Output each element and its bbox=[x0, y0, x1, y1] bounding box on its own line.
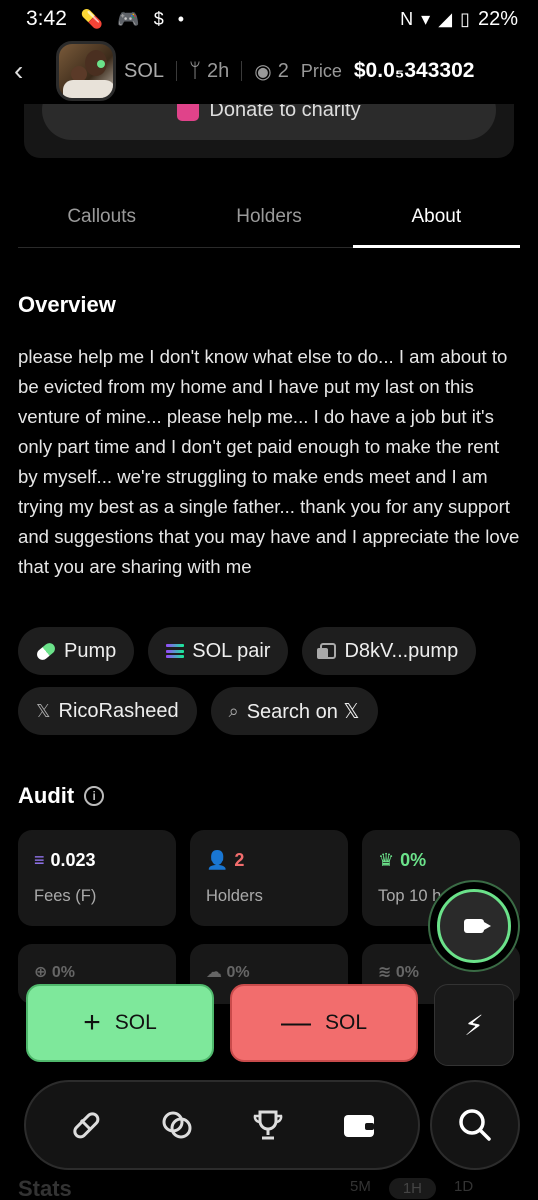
solana-icon: ≡ bbox=[34, 850, 45, 870]
buy-sol-button[interactable]: + SOL bbox=[26, 984, 214, 1062]
lightning-icon: ⚡ bbox=[464, 1009, 484, 1041]
record-video-button[interactable] bbox=[428, 880, 520, 972]
search-icon bbox=[459, 1109, 491, 1141]
coins-icon[interactable] bbox=[155, 1103, 199, 1147]
token-avatar[interactable] bbox=[56, 41, 116, 101]
battery-icon: ▯ bbox=[460, 8, 470, 29]
signal-icon: ◢ bbox=[438, 8, 453, 29]
token-ticker: SOL bbox=[124, 59, 165, 82]
audit-card-fees: ≡ 0.023 Fees (F) bbox=[18, 830, 176, 926]
pump-link[interactable]: Pump bbox=[18, 627, 135, 675]
price-label: Price bbox=[300, 60, 342, 81]
price-value: $0.0₅343302 bbox=[353, 59, 475, 82]
link-chips-row-2: 𝕏 RicoRasheed ⌕ Search on 𝕏 bbox=[18, 687, 378, 735]
camera-icon bbox=[464, 919, 491, 933]
divider bbox=[176, 61, 178, 81]
tab-holders[interactable]: Holders bbox=[185, 186, 352, 247]
nfc-icon: N bbox=[400, 8, 414, 29]
cloud-icon: ☁ bbox=[206, 964, 227, 981]
x-logo-icon: 𝕏 bbox=[36, 700, 51, 721]
stats-title: Stats bbox=[18, 1176, 72, 1200]
clock: 3:42 bbox=[26, 7, 67, 30]
tab-bar: Callouts Holders About bbox=[18, 186, 521, 248]
trophy-icon[interactable] bbox=[246, 1103, 290, 1147]
discord-icon: 🎮 bbox=[117, 8, 140, 29]
info-icon[interactable]: i bbox=[84, 786, 105, 806]
crown-icon: ♛ bbox=[378, 850, 395, 870]
sprout-icon: ᛘ bbox=[189, 59, 202, 82]
search-icon: ⌕ bbox=[228, 700, 239, 721]
plus-icon: + bbox=[83, 1006, 101, 1039]
viewer-count: ◉ 2 bbox=[254, 59, 289, 83]
top-nav: ‹ SOL ᛘ 2h ◉ 2 Price $0.0₅343302 bbox=[0, 38, 538, 104]
audit-card-holders: 👤 2 Holders bbox=[190, 830, 348, 926]
back-icon[interactable]: ‹ bbox=[14, 55, 44, 87]
overview-text: please help me I don't know what else to… bbox=[18, 346, 520, 577]
range-5m[interactable]: 5M bbox=[350, 1178, 371, 1199]
token-age: ᛘ 2h bbox=[189, 59, 230, 82]
dot-icon: • bbox=[177, 8, 185, 29]
quick-trade-button[interactable]: ⚡ bbox=[434, 984, 514, 1066]
range-1d[interactable]: 1D bbox=[454, 1178, 473, 1199]
wifi-icon: ▾ bbox=[421, 8, 431, 29]
stats-range-tabs: 5M 1H 1D bbox=[350, 1178, 473, 1199]
target-icon: ⊕ bbox=[34, 964, 52, 981]
wallet-icon[interactable] bbox=[337, 1103, 381, 1147]
sol-pair-link[interactable]: SOL pair bbox=[148, 627, 289, 675]
overview-title: Overview bbox=[18, 292, 116, 317]
x-profile-link[interactable]: 𝕏 RicoRasheed bbox=[18, 687, 197, 735]
tab-about[interactable]: About bbox=[352, 186, 521, 248]
pill-nav-icon[interactable] bbox=[64, 1103, 108, 1147]
contract-address-copy[interactable]: D8kV...pump bbox=[302, 627, 477, 675]
status-bar: 3:42 💊 🎮 $ • N ▾ ◢ ▯ 22% bbox=[0, 0, 538, 38]
sell-sol-button[interactable]: — SOL bbox=[230, 984, 418, 1062]
tab-callouts[interactable]: Callouts bbox=[18, 186, 185, 247]
divider bbox=[241, 61, 243, 81]
eye-icon: ◉ bbox=[254, 60, 272, 83]
dollar-icon: $ bbox=[153, 8, 164, 29]
battery-percent: 22% bbox=[477, 7, 518, 30]
user-icon: 👤 bbox=[206, 850, 229, 870]
copy-icon bbox=[317, 643, 337, 659]
link-chips-row-1: Pump SOL pair D8kV...pump bbox=[18, 627, 477, 675]
layers-icon: ≋ bbox=[378, 964, 396, 981]
pill-icon bbox=[34, 640, 58, 662]
minus-icon: — bbox=[280, 1006, 311, 1039]
range-1h[interactable]: 1H bbox=[388, 1178, 437, 1199]
online-indicator bbox=[97, 60, 105, 68]
trade-bar: + SOL — SOL ⚡ bbox=[26, 984, 514, 1066]
solana-icon bbox=[166, 644, 185, 658]
pill-icon: 💊 bbox=[80, 8, 104, 29]
search-on-x-link[interactable]: ⌕ Search on 𝕏 bbox=[210, 687, 378, 735]
bottom-nav bbox=[24, 1080, 420, 1170]
search-button[interactable] bbox=[430, 1080, 520, 1170]
audit-title: Audit i bbox=[18, 783, 105, 809]
